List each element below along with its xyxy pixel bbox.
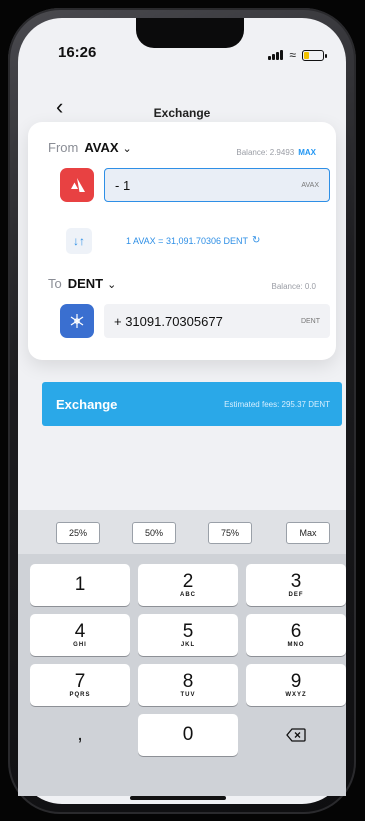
key-1[interactable]: 1	[30, 564, 130, 606]
key-letters: GHI	[73, 642, 87, 648]
from-balance: Balance: 2.9493 MAX	[236, 148, 316, 157]
backspace-key[interactable]	[246, 714, 346, 756]
page-title: Exchange	[153, 106, 211, 120]
to-label: To	[48, 276, 62, 291]
key-2[interactable]: 2 ABC	[138, 564, 238, 606]
dent-logo	[60, 304, 94, 338]
exchange-button-label: Exchange	[56, 396, 118, 412]
from-balance-value: Balance: 2.9493	[236, 148, 295, 157]
exchange-card: From AVAX ⌄ Balance: 2.9493 MAX - 1 AVAX ↓↑…	[28, 122, 336, 360]
key-comma[interactable]: ,	[30, 714, 130, 756]
key-digit: 2	[182, 571, 194, 592]
key-0[interactable]: 0	[138, 714, 238, 756]
key-digit: 6	[290, 621, 302, 642]
from-amount: - 1	[115, 177, 131, 193]
status-icons: ≈	[268, 48, 327, 62]
from-unit: AVAX	[301, 181, 319, 189]
key-letters: JKL	[180, 642, 196, 648]
key-4[interactable]: 4 GHI	[30, 614, 130, 656]
status-time: 16:26	[58, 44, 97, 61]
swap-direction-button[interactable]: ↓↑	[66, 228, 92, 254]
from-token: AVAX	[84, 140, 119, 155]
estimated-fees: Estimated fees: 295.37 DENT	[224, 399, 330, 409]
signal-icon	[268, 50, 284, 60]
refresh-icon[interactable]: ↻	[252, 235, 260, 246]
percent-50-button[interactable]: 50%	[132, 522, 176, 544]
key-9[interactable]: 9 WXYZ	[246, 664, 346, 706]
key-letters: PQRS	[69, 692, 91, 698]
key-digit: 8	[182, 671, 194, 692]
numeric-keyboard: 25% 50% 75% Max 1 2 ABC 3 DEF 4 GHI 5 JKL 6M…	[18, 510, 346, 796]
from-label: From	[48, 140, 79, 155]
key-digit: ,	[77, 724, 83, 745]
key-digit: 5	[182, 621, 194, 642]
key-letters: WXYZ	[285, 692, 307, 698]
home-indicator	[130, 796, 226, 800]
to-balance: Balance: 0.0	[271, 282, 316, 291]
swap-arrows-icon: ↓↑	[73, 234, 85, 248]
chevron-down-icon: ⌄	[122, 143, 132, 155]
percent-max-button[interactable]: Max	[286, 522, 330, 544]
key-7[interactable]: 7 PQRS	[30, 664, 130, 706]
to-amount: + 31091.70305677	[114, 313, 223, 329]
exchange-button[interactable]: Exchange Estimated fees: 295.37 DENT	[42, 382, 342, 426]
to-selector[interactable]: To DENT ⌄	[48, 276, 116, 291]
percent-25-button[interactable]: 25%	[56, 522, 100, 544]
key-digit: 4	[74, 621, 86, 642]
from-amount-input[interactable]: - 1 AVAX	[104, 168, 330, 202]
to-unit: DENT	[300, 317, 320, 325]
percent-bar: 25% 50% 75% Max	[18, 510, 346, 554]
key-digit: 9	[290, 671, 302, 692]
to-amount-field: + 31091.70305677 DENT	[104, 304, 330, 338]
chevron-down-icon: ⌄	[107, 279, 117, 291]
key-letters: TUV	[180, 692, 196, 698]
avax-logo	[60, 168, 94, 202]
battery-icon	[302, 49, 327, 61]
dent-icon	[70, 314, 84, 328]
from-selector[interactable]: From AVAX ⌄	[48, 140, 132, 155]
key-digit: 3	[290, 571, 302, 592]
key-3[interactable]: 3 DEF	[246, 564, 346, 606]
backspace-icon	[286, 728, 306, 742]
key-letters: DEF	[288, 592, 304, 598]
key-digit: 1	[74, 574, 86, 595]
key-6[interactable]: 6 MNO	[246, 614, 346, 656]
to-token: DENT	[67, 276, 104, 291]
key-letters: MNO	[287, 642, 305, 648]
key-digit: 0	[182, 724, 194, 745]
max-link[interactable]: MAX	[298, 148, 316, 157]
wifi-icon: ≈	[289, 48, 296, 62]
key-8[interactable]: 8 TUV	[138, 664, 238, 706]
device-notch	[136, 18, 244, 48]
percent-75-button[interactable]: 75%	[208, 522, 252, 544]
exchange-rate: 1 AVAX = 31,091.70306 DENT	[126, 236, 248, 246]
key-digit: 7	[74, 671, 86, 692]
key-5[interactable]: 5 JKL	[138, 614, 238, 656]
key-letters: ABC	[180, 592, 196, 598]
avax-icon	[71, 178, 85, 192]
